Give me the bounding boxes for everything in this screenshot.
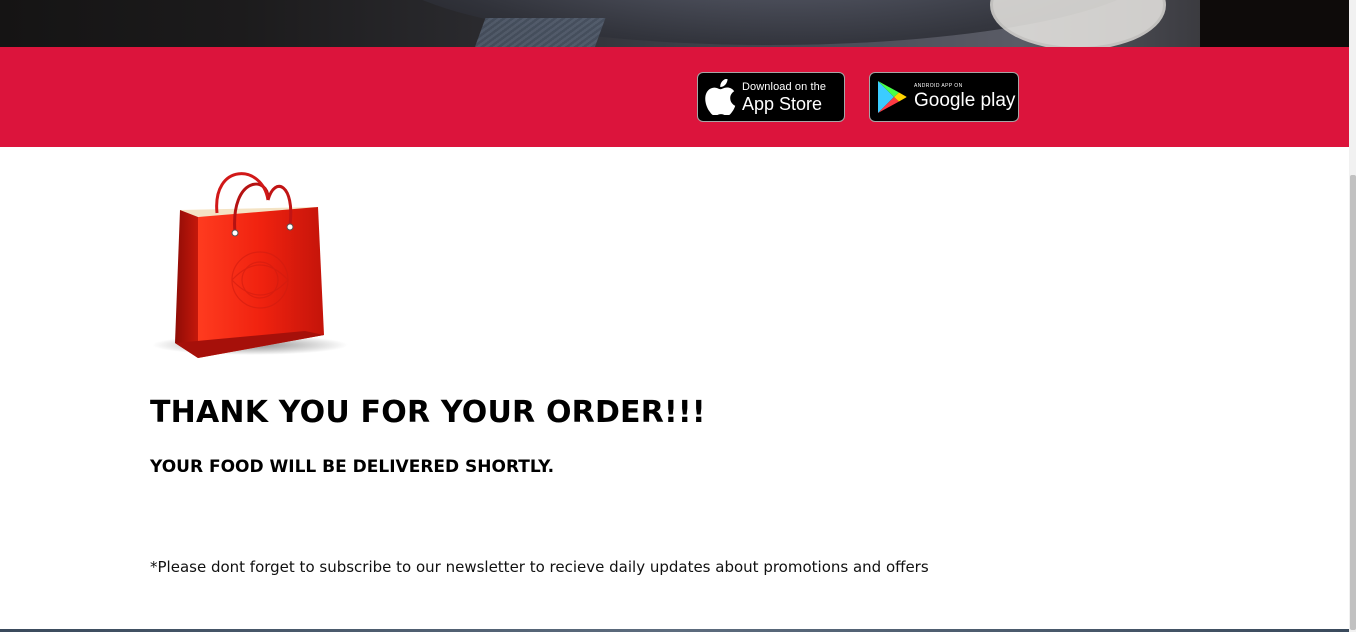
app-store-text: Download on the App Store bbox=[742, 80, 827, 114]
hero-cloth bbox=[474, 18, 606, 47]
page: Download on the App Store ANDROID APP ON… bbox=[0, 0, 1356, 632]
order-confirmation: THANK YOU FOR YOUR ORDER!!! YOUR FOOD WI… bbox=[0, 147, 1349, 632]
shopping-bag-image bbox=[150, 165, 350, 365]
thank-you-heading: THANK YOU FOR YOUR ORDER!!! bbox=[150, 395, 706, 430]
google-play-small-text: ANDROID APP ON bbox=[914, 83, 963, 89]
delivery-message: YOUR FOOD WILL BE DELIVERED SHORTLY. bbox=[150, 457, 555, 477]
app-store-button[interactable]: Download on the App Store bbox=[697, 72, 845, 122]
hero-image bbox=[0, 0, 1349, 47]
apple-icon bbox=[698, 75, 742, 119]
app-download-bar: Download on the App Store ANDROID APP ON… bbox=[0, 47, 1349, 147]
google-play-large-text: Google play bbox=[914, 90, 1016, 111]
app-store-large-text: App Store bbox=[742, 93, 823, 114]
vertical-scrollbar[interactable] bbox=[1349, 0, 1356, 632]
app-store-small-text: Download on the bbox=[742, 80, 827, 93]
newsletter-note: *Please dont forget to subscribe to our … bbox=[150, 558, 929, 576]
google-play-button[interactable]: ANDROID APP ON Google play bbox=[869, 72, 1019, 122]
scrollbar-thumb[interactable] bbox=[1350, 175, 1356, 630]
google-play-icon bbox=[870, 75, 914, 119]
google-play-text: ANDROID APP ON Google play bbox=[914, 83, 1016, 111]
